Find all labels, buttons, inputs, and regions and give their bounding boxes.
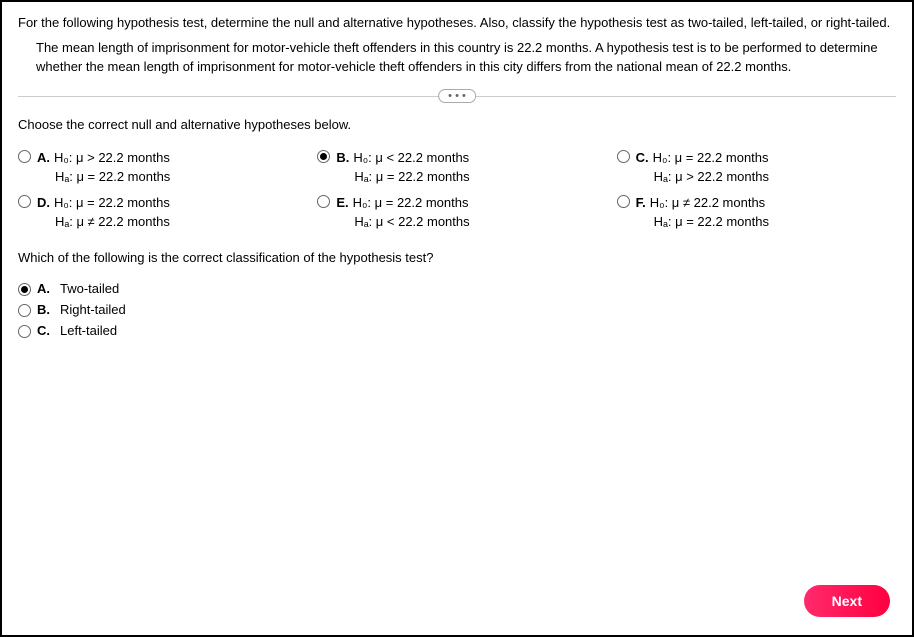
- radio-icon: [18, 325, 31, 338]
- option-d[interactable]: D.H₀: μ = 22.2 months Hₐ: μ ≠ 22.2 month…: [18, 193, 297, 232]
- option-b[interactable]: B.H₀: μ < 22.2 months Hₐ: μ = 22.2 month…: [317, 148, 596, 187]
- radio-icon: [18, 150, 31, 163]
- hypotheses-options: A.H₀: μ > 22.2 months Hₐ: μ = 22.2 month…: [18, 148, 896, 232]
- radio-icon: [617, 195, 630, 208]
- expand-ellipsis-button[interactable]: • • •: [438, 89, 476, 103]
- radio-icon: [18, 283, 31, 296]
- classification-options: A. Two-tailed B. Right-tailed C. Left-ta…: [18, 281, 896, 338]
- question-main: For the following hypothesis test, deter…: [18, 14, 896, 33]
- option-e[interactable]: E.H₀: μ = 22.2 months Hₐ: μ < 22.2 month…: [317, 193, 596, 232]
- option-c[interactable]: C.H₀: μ = 22.2 months Hₐ: μ > 22.2 month…: [617, 148, 896, 187]
- next-button[interactable]: Next: [804, 585, 890, 617]
- prompt-hypotheses: Choose the correct null and alternative …: [18, 117, 896, 132]
- option-f[interactable]: F.H₀: μ ≠ 22.2 months Hₐ: μ = 22.2 month…: [617, 193, 896, 232]
- radio-icon: [317, 150, 330, 163]
- classify-c[interactable]: C. Left-tailed: [18, 323, 896, 338]
- question-sub: The mean length of imprisonment for moto…: [36, 39, 896, 77]
- prompt-classification: Which of the following is the correct cl…: [18, 250, 896, 265]
- classify-a[interactable]: A. Two-tailed: [18, 281, 896, 296]
- radio-icon: [617, 150, 630, 163]
- classify-b[interactable]: B. Right-tailed: [18, 302, 896, 317]
- radio-icon: [317, 195, 330, 208]
- option-a[interactable]: A.H₀: μ > 22.2 months Hₐ: μ = 22.2 month…: [18, 148, 297, 187]
- radio-icon: [18, 304, 31, 317]
- radio-icon: [18, 195, 31, 208]
- divider: • • •: [18, 89, 896, 103]
